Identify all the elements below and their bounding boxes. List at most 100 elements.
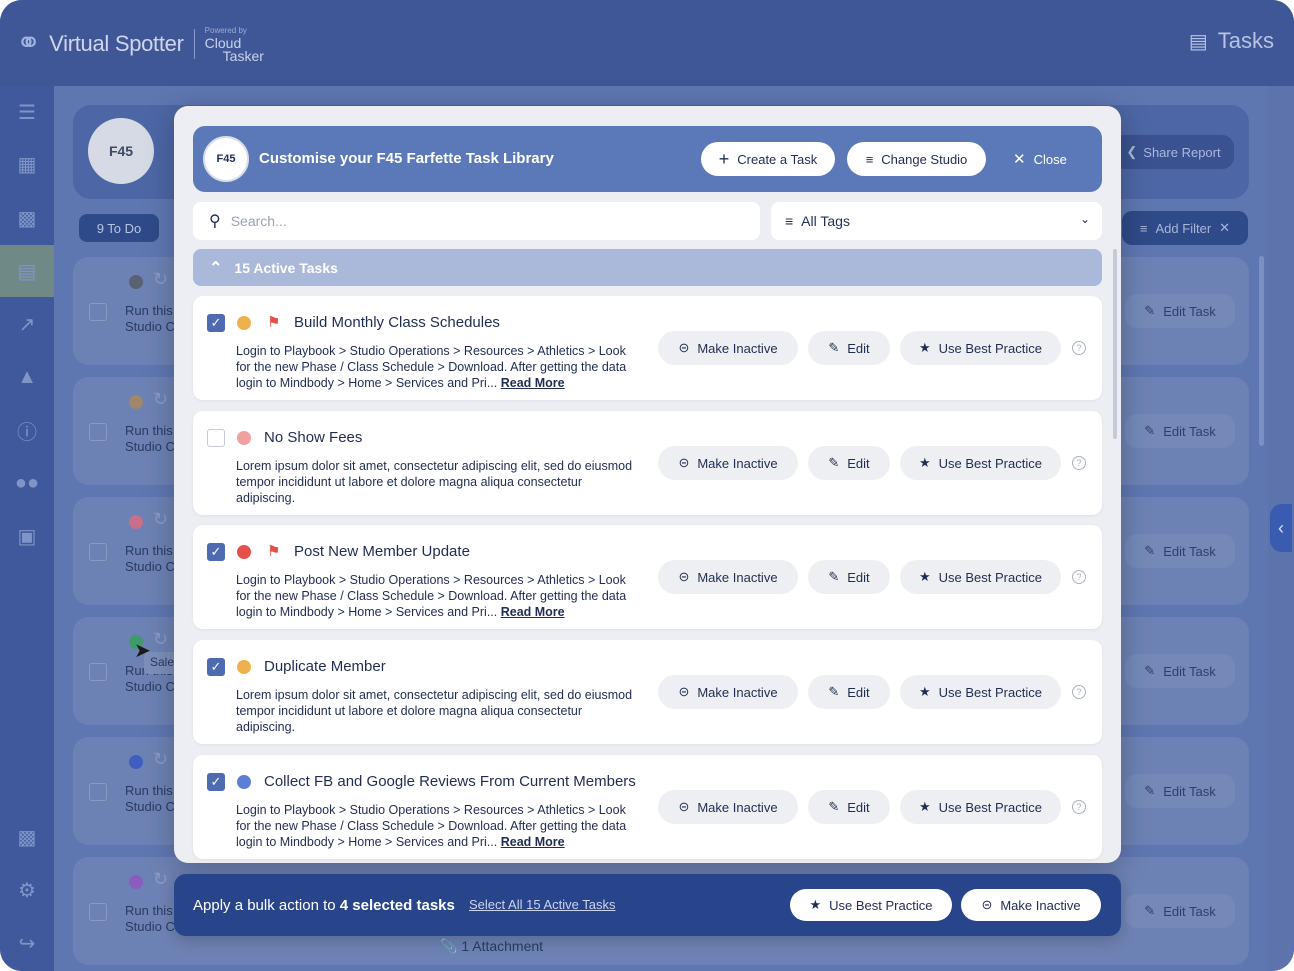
edit-button[interactable]: ✎ Edit bbox=[808, 446, 890, 480]
active-tasks-section-header[interactable]: ⌃ 15 Active Tasks bbox=[193, 249, 1102, 286]
tags-dropdown[interactable]: ≡ All Tags ⌄ bbox=[771, 202, 1102, 240]
close-icon[interactable]: ✕ bbox=[1219, 220, 1230, 236]
trending-icon[interactable]: ↗ bbox=[0, 298, 54, 350]
task-checkbox[interactable]: ✓ bbox=[207, 543, 225, 561]
make-inactive-button[interactable]: ⊝ Make Inactive bbox=[658, 675, 798, 709]
task-checkbox[interactable]: ✓ bbox=[207, 658, 225, 676]
make-inactive-button[interactable]: ⊝ Make Inactive bbox=[658, 331, 798, 365]
dashboard-icon[interactable]: ▦ bbox=[0, 138, 54, 190]
edit-task-label: Edit Task bbox=[1163, 903, 1216, 919]
reports-icon[interactable]: ▩ bbox=[0, 192, 54, 244]
row-checkbox[interactable] bbox=[89, 783, 107, 801]
thumbs-up-icon[interactable]: ▲ bbox=[0, 351, 54, 403]
status-dot bbox=[129, 755, 143, 769]
logout-icon[interactable]: ↪ bbox=[0, 917, 54, 969]
row-checkbox[interactable] bbox=[89, 903, 107, 921]
edit-button[interactable]: ✎ Edit bbox=[808, 331, 890, 365]
bulk-action-text: Apply a bulk action to 4 selected tasks bbox=[193, 897, 455, 914]
edit-task-button[interactable]: ✎ Edit Task bbox=[1125, 654, 1235, 688]
use-best-practice-label: Use Best Practice bbox=[938, 340, 1042, 356]
star-icon: ★ bbox=[919, 569, 931, 584]
edit-label: Edit bbox=[847, 340, 870, 356]
collapse-panel-tab[interactable]: ‹ bbox=[1270, 504, 1292, 552]
read-more-link[interactable]: Read More bbox=[501, 835, 565, 849]
tasks-icon[interactable]: ▤ bbox=[0, 245, 54, 297]
help-icon[interactable]: ? bbox=[1072, 456, 1086, 470]
help-icon[interactable]: ? bbox=[1072, 341, 1086, 355]
calendar-icon[interactable]: ▣ bbox=[0, 510, 54, 562]
select-all-link[interactable]: Select All 15 Active Tasks bbox=[469, 897, 615, 912]
edit-button[interactable]: ✎ Edit bbox=[808, 560, 890, 594]
attachment-label: 1 Attachment bbox=[461, 938, 544, 954]
make-inactive-button[interactable]: ⊝ Make Inactive bbox=[658, 790, 798, 824]
alert-icon[interactable]: ⓘ bbox=[0, 404, 54, 456]
close-modal-button[interactable]: ✕ Close bbox=[1013, 142, 1067, 176]
help-icon[interactable]: ? bbox=[1072, 685, 1086, 699]
priority-dot bbox=[237, 775, 251, 789]
clipboard-user-icon[interactable]: ▩ bbox=[0, 811, 54, 863]
filter-icon: ≡ bbox=[1139, 220, 1148, 236]
add-filter-label: Add Filter bbox=[1155, 220, 1212, 236]
star-icon: ★ bbox=[919, 799, 931, 814]
edit-task-button[interactable]: ✎ Edit Task bbox=[1125, 534, 1235, 568]
help-icon[interactable]: ? bbox=[1072, 570, 1086, 584]
status-dot bbox=[129, 875, 143, 889]
create-task-button[interactable]: + Create a Task bbox=[701, 142, 835, 176]
read-more-link[interactable]: Read More bbox=[501, 376, 565, 390]
add-filter-button[interactable]: ≡ Add Filter ✕ bbox=[1122, 211, 1248, 245]
menu-icon[interactable]: ☰ bbox=[0, 86, 54, 138]
todo-count-badge[interactable]: 9 To Do bbox=[79, 214, 159, 242]
row-checkbox[interactable] bbox=[89, 543, 107, 561]
change-studio-button[interactable]: ≡ Change Studio bbox=[847, 142, 986, 176]
task-description: Lorem ipsum dolor sit amet, consectetur … bbox=[236, 459, 633, 505]
top-bar: ⚭ Virtual Spotter Powered by Cloud Taske… bbox=[0, 0, 1294, 86]
help-icon[interactable]: ? bbox=[1072, 800, 1086, 814]
read-more-link[interactable]: Read More bbox=[501, 605, 565, 619]
edit-task-button[interactable]: ✎ Edit Task bbox=[1125, 774, 1235, 808]
use-best-practice-button[interactable]: ★ Use Best Practice bbox=[900, 331, 1061, 365]
make-inactive-button[interactable]: ⊝ Make Inactive bbox=[658, 446, 798, 480]
bulk-use-best-practice-button[interactable]: ★ Use Best Practice bbox=[790, 889, 952, 921]
settings-icon[interactable]: ⚙ bbox=[0, 864, 54, 916]
team-icon[interactable]: ●● bbox=[0, 457, 54, 509]
make-inactive-button[interactable]: ⊝ Make Inactive bbox=[658, 560, 798, 594]
use-best-practice-label: Use Best Practice bbox=[938, 684, 1042, 700]
search-icon: ⚲ bbox=[209, 213, 221, 230]
row-checkbox[interactable] bbox=[89, 663, 107, 681]
use-best-practice-button[interactable]: ★ Use Best Practice bbox=[900, 560, 1061, 594]
use-best-practice-button[interactable]: ★ Use Best Practice bbox=[900, 675, 1061, 709]
search-field[interactable]: ⚲ bbox=[193, 202, 760, 240]
row-checkbox[interactable] bbox=[89, 303, 107, 321]
edit-button[interactable]: ✎ Edit bbox=[808, 790, 890, 824]
modal-scrollbar[interactable] bbox=[1113, 249, 1117, 439]
attachment-link[interactable]: 📎 1 Attachment bbox=[440, 938, 543, 955]
edit-button[interactable]: ✎ Edit bbox=[808, 675, 890, 709]
minus-circle-icon: ⊝ bbox=[981, 897, 993, 912]
bulk-use-best-practice-label: Use Best Practice bbox=[829, 897, 933, 913]
background-scrollbar[interactable] bbox=[1259, 256, 1264, 446]
row-checkbox[interactable] bbox=[89, 423, 107, 441]
task-library-modal: F45 Customise your F45 Farfette Task Lib… bbox=[174, 106, 1121, 863]
edit-task-button[interactable]: ✎ Edit Task bbox=[1125, 894, 1235, 928]
share-report-button[interactable]: ❮ Share Report bbox=[1113, 135, 1234, 169]
flag-icon: ⚑ bbox=[267, 314, 281, 331]
bulk-prefix: Apply a bulk action to bbox=[193, 897, 340, 914]
task-checkbox[interactable]: ✓ bbox=[207, 314, 225, 332]
edit-task-button[interactable]: ✎ Edit Task bbox=[1125, 294, 1235, 328]
edit-task-button[interactable]: ✎ Edit Task bbox=[1125, 414, 1235, 448]
pencil-icon: ✎ bbox=[1144, 783, 1156, 798]
pencil-icon: ✎ bbox=[1144, 423, 1156, 438]
app-logo[interactable]: ⚭ Virtual Spotter Powered by Cloud Taske… bbox=[16, 24, 264, 63]
task-description: Login to Playbook > Studio Operations > … bbox=[236, 344, 627, 390]
change-studio-label: Change Studio bbox=[881, 151, 968, 167]
sliders-icon: ≡ bbox=[865, 151, 874, 167]
search-input[interactable] bbox=[230, 213, 711, 229]
priority-dot bbox=[237, 316, 251, 330]
use-best-practice-button[interactable]: ★ Use Best Practice bbox=[900, 446, 1061, 480]
powered-by-name-2: Tasker bbox=[222, 48, 264, 64]
task-checkbox[interactable] bbox=[207, 429, 225, 447]
status-dot bbox=[129, 395, 143, 409]
task-checkbox[interactable]: ✓ bbox=[207, 773, 225, 791]
bulk-make-inactive-button[interactable]: ⊝ Make Inactive bbox=[961, 889, 1101, 921]
use-best-practice-button[interactable]: ★ Use Best Practice bbox=[900, 790, 1061, 824]
